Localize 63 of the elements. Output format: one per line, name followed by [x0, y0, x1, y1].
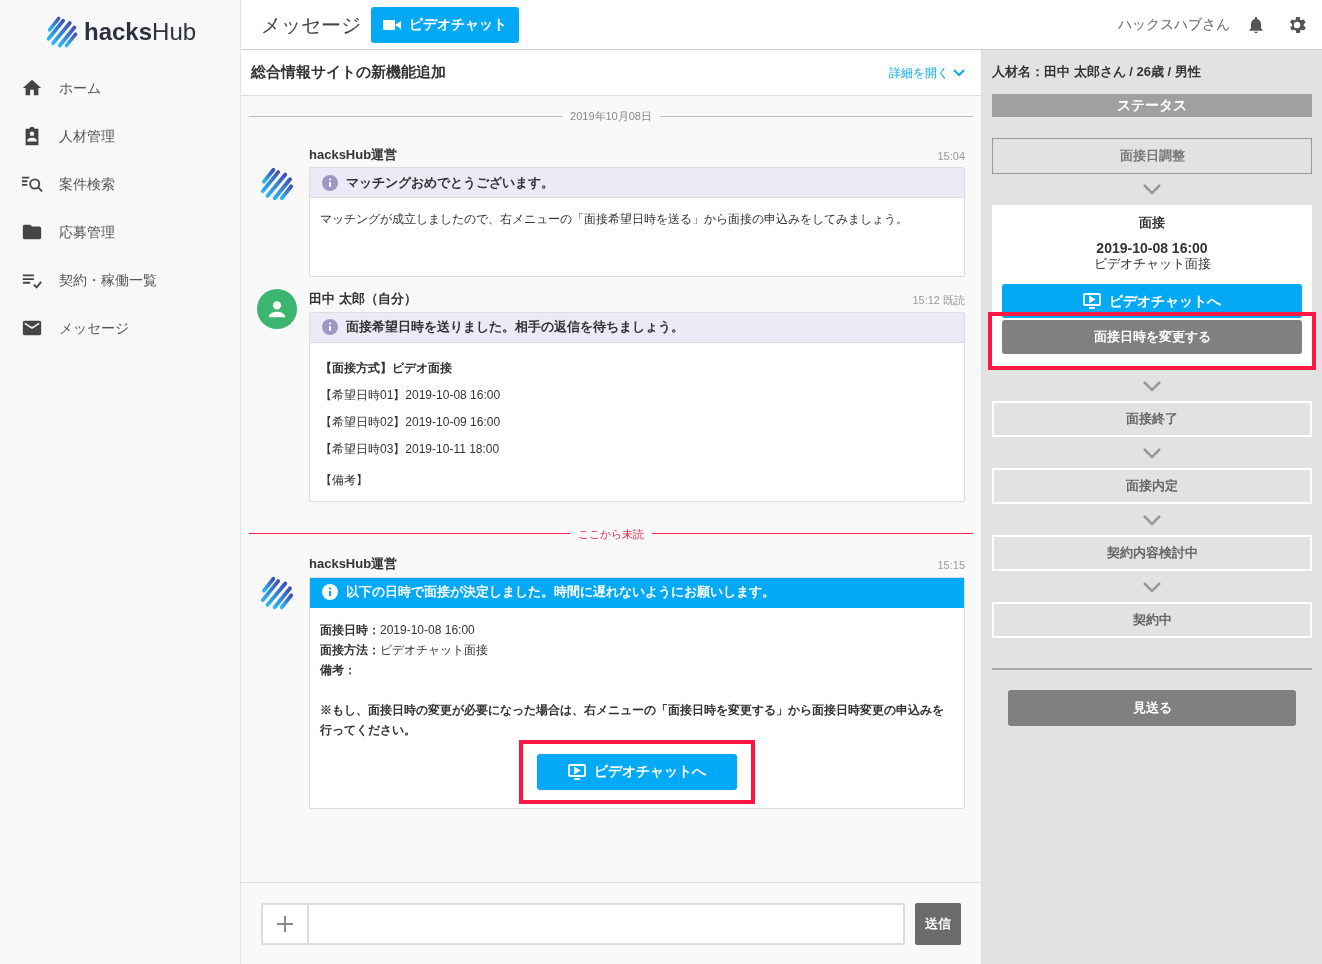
status-step: 契約内容検討中	[992, 535, 1312, 571]
message-time: 15:15	[937, 558, 965, 573]
message-time: 15:12 既読	[912, 293, 965, 308]
unread-divider: ここから未読	[578, 526, 644, 542]
sender-name: hacksHub運営	[309, 555, 398, 573]
change-datetime-button[interactable]: 面接日時を変更する	[1002, 320, 1302, 354]
message-line: 【希望日時02】2019-10-09 16:00	[320, 413, 502, 431]
brand-name: hacksHub	[84, 17, 197, 47]
detail-line: 備考：	[320, 661, 357, 679]
message-line: 【希望日時01】2019-10-08 16:00	[320, 386, 502, 404]
status-heading: ステータス	[992, 93, 1312, 117]
message-line: 【備考】	[320, 471, 369, 489]
message-line: 【希望日時03】2019-10-11 18:00	[320, 440, 501, 458]
sidebar-item[interactable]: 応募管理	[0, 208, 240, 256]
bell-icon[interactable]	[1246, 14, 1266, 35]
page-title: メッセージ	[261, 12, 361, 38]
step-title: 面接	[1139, 213, 1165, 232]
sender-name: 田中 太郎（自分）	[309, 290, 417, 308]
play-screen-icon	[568, 763, 586, 780]
sender-name: hacksHub運営	[309, 145, 398, 164]
sidebar-item[interactable]: 契約・稼働一覧	[0, 256, 240, 304]
message-line: マッチングが成立しましたので、右メニューの「面接希望日時を送る」から面接の申込みをしてみましょう。	[320, 211, 909, 228]
info-icon	[322, 319, 338, 335]
banner-text: 面接希望日時を送りました。相手の返信を待ちましょう。	[346, 318, 684, 337]
chevron-down-icon	[1142, 379, 1162, 392]
detail-line: 面接日時：2019-10-08 16:00	[320, 621, 476, 639]
logo-icon	[44, 14, 80, 50]
message-line: 【面接方式】ビデオ面接	[320, 359, 453, 377]
send-button[interactable]: 送信	[915, 902, 961, 945]
date-divider: 2019年10月08日	[570, 109, 652, 124]
sidebar-item[interactable]: 人材管理	[0, 112, 240, 160]
details-link[interactable]: 詳細を開く	[889, 63, 965, 82]
status-step: 面接日調整	[992, 137, 1312, 174]
interview-method: ビデオチャット面接	[1093, 256, 1211, 272]
user-name: ハックスハブさん	[1118, 15, 1230, 34]
thread-title: 総合情報サイトの新機能追加	[251, 62, 446, 83]
sidebar-item[interactable]: ホーム	[0, 64, 240, 112]
logo-icon	[258, 574, 296, 612]
plus-icon	[276, 914, 294, 933]
video-camera-icon	[383, 18, 401, 31]
note-text: ※もし、面接日時の変更が必要になった場合は、右メニューの「面接日時を変更する」から面接日時変更の申込みを行ってください。	[320, 701, 945, 739]
chevron-down-icon	[1142, 513, 1162, 526]
status-step: 面接内定	[992, 468, 1312, 504]
detail-line: 面接方法：ビデオチャット面接	[320, 641, 489, 659]
message-time: 15:04	[937, 148, 965, 164]
chevron-down-icon	[1142, 446, 1162, 459]
info-icon	[322, 584, 338, 600]
avatar-icon	[257, 289, 297, 329]
banner-text: 以下の日時で面接が決定しました。時間に遅れないようにお願いします。	[346, 583, 775, 602]
chevron-down-icon	[1142, 183, 1162, 195]
play-screen-icon	[1083, 293, 1101, 309]
message-input[interactable]	[261, 902, 905, 945]
sidebar-item[interactable]: 案件検索	[0, 160, 240, 208]
chevron-down-icon	[1142, 580, 1162, 593]
interview-datetime: 2019-10-08 16:00	[1096, 240, 1208, 256]
sidebar-item[interactable]: メッセージ	[0, 304, 240, 352]
decline-button[interactable]: 見送る	[1008, 690, 1296, 726]
banner-text: マッチングおめでとうございます。	[346, 173, 554, 192]
status-step: 面接終了	[992, 401, 1312, 437]
candidate-info: 人材名：田中 太郎さん / 26歳 / 男性	[992, 63, 1202, 81]
chevron-down-icon	[953, 68, 965, 77]
info-icon	[322, 174, 338, 191]
status-step: 契約中	[992, 602, 1312, 638]
